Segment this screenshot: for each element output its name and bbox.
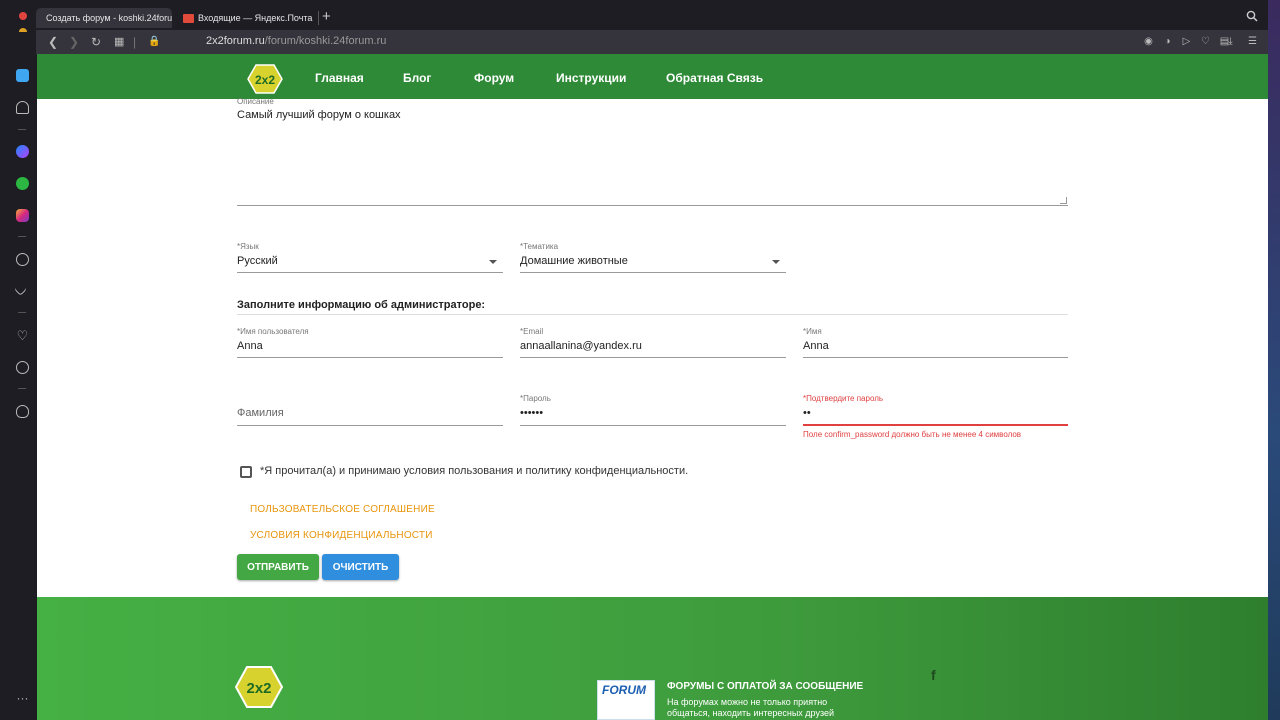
desktop-wallpaper: [1268, 0, 1280, 720]
username-underline: [237, 357, 503, 358]
chevron-down-icon[interactable]: [772, 260, 780, 264]
clear-button[interactable]: ОЧИСТИТЬ: [322, 554, 399, 580]
sidebar-divider: [18, 312, 26, 313]
shield-icon[interactable]: ◑: [1162, 36, 1173, 47]
promo-title[interactable]: ФОРУМЫ С ОПЛАТОЙ ЗА СООБЩЕНИЕ: [667, 681, 863, 692]
surname-underline: [237, 425, 503, 426]
back-icon[interactable]: ❮: [48, 36, 58, 48]
logo-text: 2x2: [255, 73, 275, 87]
home-icon[interactable]: [16, 69, 29, 82]
language-select[interactable]: Русский: [237, 255, 278, 267]
new-tab-icon[interactable]: +: [322, 8, 331, 26]
reload-icon[interactable]: ↻: [91, 36, 101, 48]
agree-label: *Я прочитал(а) и принимаю условия пользо…: [260, 465, 689, 477]
whatsapp-icon[interactable]: [16, 177, 29, 190]
history-icon[interactable]: [16, 361, 29, 374]
forum-badge-text: FORUM: [602, 683, 646, 697]
chevron-down-icon[interactable]: [489, 260, 497, 264]
username-label: *Имя пользователя: [237, 327, 309, 336]
nav-instructions[interactable]: Инструкции: [556, 71, 626, 85]
tab-label: Создать форум - koshki.24forum.ru: [46, 13, 172, 23]
close-window-button[interactable]: [19, 12, 27, 20]
password-label: *Пароль: [520, 394, 551, 403]
menu-icon[interactable]: ☰: [1247, 36, 1258, 47]
send-icon[interactable]: ▷: [1181, 36, 1192, 47]
email-underline: [520, 357, 786, 358]
instagram-icon[interactable]: [16, 209, 29, 222]
topic-select[interactable]: Домашние животные: [520, 255, 628, 267]
description-label: Описание: [237, 97, 274, 106]
submit-button[interactable]: ОТПРАВИТЬ: [237, 554, 319, 580]
more-icon[interactable]: ···: [16, 692, 29, 708]
player-icon[interactable]: [16, 253, 29, 266]
search-icon[interactable]: [1246, 10, 1258, 22]
user-agreement-link[interactable]: ПОЛЬЗОВАТЕЛЬСКОЕ СОГЛАШЕНИЕ: [250, 504, 435, 515]
username-input[interactable]: Anna: [237, 340, 263, 352]
surname-input[interactable]: Фамилия: [237, 407, 284, 419]
name-input[interactable]: Anna: [803, 340, 829, 352]
sidebar-divider: [18, 236, 26, 237]
lock-icon: 🔒: [148, 36, 161, 47]
nav-home[interactable]: Главная: [315, 71, 364, 85]
messenger-icon[interactable]: [16, 145, 29, 158]
nav-forum[interactable]: Форум: [474, 71, 514, 85]
favorites-icon[interactable]: ♡: [16, 329, 29, 342]
bookmarks-icon[interactable]: [16, 101, 29, 114]
mail-favicon-icon: [183, 13, 194, 23]
sidebar-divider: [18, 388, 26, 389]
email-input[interactable]: annaallanina@yandex.ru: [520, 340, 642, 352]
facebook-icon[interactable]: f: [931, 667, 936, 683]
nav-blog[interactable]: Блог: [403, 71, 431, 85]
tabs-grid-icon[interactable]: ▦: [114, 36, 124, 48]
site-header: 2x2 Главная Блог Форум Инструкции Обратн…: [37, 54, 1268, 99]
topic-underline: [520, 272, 786, 273]
confirm-password-input[interactable]: ••: [803, 407, 811, 419]
description-textarea[interactable]: Самый лучший форум о кошках: [237, 109, 401, 121]
language-label: *Язык: [237, 242, 259, 251]
name-underline: [803, 357, 1068, 358]
agree-checkbox[interactable]: [240, 466, 252, 478]
url-field[interactable]: 2x2forum.ru/forum/koshki.24forum.ru: [206, 35, 386, 47]
camera-icon[interactable]: ◉: [1143, 36, 1154, 47]
promo-text: На форумах можно не только приятно общат…: [667, 697, 835, 718]
forward-icon[interactable]: ❯: [69, 36, 79, 48]
site-footer: 2x2 FORUM ФОРУМЫ С ОПЛАТОЙ ЗА СООБЩЕНИЕ …: [37, 597, 1268, 720]
web-page: 2x2 Главная Блог Форум Инструкции Обратн…: [37, 54, 1268, 720]
tab-divider: [318, 11, 319, 25]
tab-label: Входящие — Яндекс.Почта: [198, 13, 313, 23]
sidebar-divider: [18, 129, 26, 130]
topic-label: *Тематика: [520, 242, 559, 251]
admin-section-title: Заполните информацию об администраторе:: [237, 299, 486, 311]
tab-yandex-mail[interactable]: Входящие — Яндекс.Почта: [183, 8, 317, 28]
confirm-password-label: *Подтвердите пароль: [803, 394, 884, 403]
url-host: 2x2forum.ru: [206, 35, 265, 47]
description-underline: [237, 205, 1068, 206]
section-divider: [237, 314, 1068, 315]
footer-logo-text: 2x2: [246, 680, 271, 697]
tips-bulb-icon[interactable]: [16, 405, 29, 418]
separator: |: [133, 35, 137, 49]
send-sidebar-icon[interactable]: [14, 283, 27, 296]
confirm-password-underline: [803, 424, 1068, 426]
name-label: *Имя: [803, 327, 822, 336]
email-label: *Email: [520, 327, 544, 336]
heart-icon[interactable]: ♡: [1200, 36, 1211, 47]
nav-feedback[interactable]: Обратная Связь: [666, 71, 763, 85]
site-logo[interactable]: 2x2: [247, 64, 283, 94]
password-underline: [520, 425, 786, 426]
password-input[interactable]: ••••••: [520, 407, 543, 419]
tab-create-forum[interactable]: Создать форум - koshki.24forum.ru: [36, 8, 172, 28]
language-underline: [237, 272, 503, 273]
address-bar: ❮ ❯ ↻ ▦ | 🔒 2x2forum.ru/forum/koshki.24f…: [36, 30, 1268, 54]
download-icon[interactable]: ⤓: [1225, 36, 1236, 47]
privacy-policy-link[interactable]: УСЛОВИЯ КОНФИДЕНЦИАЛЬНОСТИ: [250, 530, 433, 541]
footer-logo[interactable]: 2x2: [234, 666, 284, 708]
forum-promo-image[interactable]: FORUM: [597, 680, 655, 720]
browser-sidebar: ♡ ···: [0, 32, 36, 720]
browser-tab-bar: Создать форум - koshki.24forum.ru Входящ…: [0, 0, 1268, 50]
url-path: /forum/koshki.24forum.ru: [264, 35, 387, 47]
confirm-password-error: Поле confirm_password должно быть не мен…: [803, 430, 1022, 439]
resize-handle-icon[interactable]: [1060, 197, 1067, 204]
